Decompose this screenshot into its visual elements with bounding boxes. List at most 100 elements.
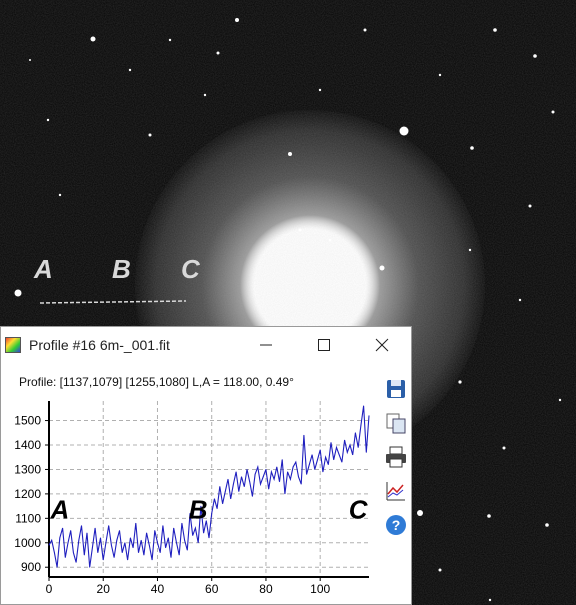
save-icon[interactable]	[384, 377, 408, 401]
star	[203, 93, 207, 97]
chart-series	[48, 405, 370, 568]
star	[328, 238, 332, 242]
annotation-label-c: C	[349, 494, 369, 524]
chart-icon[interactable]	[384, 479, 408, 503]
print-icon[interactable]	[384, 445, 408, 469]
profile-point	[311, 454, 313, 456]
profile-point	[284, 493, 286, 495]
profile-point	[344, 439, 345, 441]
title-bar[interactable]: Profile #16 6m-_001.fit	[1, 327, 411, 363]
profile-chart[interactable]: 0 20 40 60 80 100900100011001200130014001500 …	[1, 391, 377, 605]
star	[363, 28, 367, 32]
profile-point	[184, 539, 185, 541]
star	[493, 28, 497, 32]
x-tick-label: 100	[310, 582, 330, 596]
profile-point	[211, 513, 213, 514]
profile-point	[73, 552, 74, 553]
profile-point	[105, 542, 107, 544]
star	[168, 38, 172, 42]
profile-point	[83, 554, 85, 556]
profile-point	[262, 476, 264, 478]
profile-point	[349, 444, 351, 446]
profile-point	[319, 449, 321, 451]
profile-point	[127, 559, 129, 561]
maximize-button[interactable]	[309, 333, 339, 357]
profile-point	[338, 454, 340, 456]
star	[518, 298, 522, 302]
profile-point	[281, 459, 283, 461]
profile-point	[81, 525, 82, 527]
profile-point	[173, 527, 175, 529]
profile-point	[121, 552, 123, 553]
profile-point	[224, 491, 226, 492]
profile-point	[355, 432, 356, 434]
profile-point	[159, 552, 161, 553]
help-icon[interactable]: ?	[384, 513, 408, 537]
profile-point	[289, 478, 291, 480]
profile-point	[165, 547, 167, 549]
profile-point	[195, 527, 196, 529]
profile-point	[56, 566, 58, 568]
profile-point	[51, 539, 53, 541]
profile-point	[129, 537, 131, 539]
close-button[interactable]	[367, 333, 397, 357]
profile-point	[268, 488, 270, 490]
star	[128, 68, 132, 72]
chart-grid	[49, 401, 369, 577]
profile-point	[241, 476, 242, 478]
star	[14, 289, 22, 297]
chart-axes	[45, 401, 369, 581]
star	[148, 133, 152, 137]
profile-point	[59, 537, 61, 539]
sky-label-c: C	[181, 254, 200, 284]
profile-point	[192, 535, 194, 536]
profile-point	[327, 464, 329, 465]
profile-point	[368, 415, 370, 417]
profile-point	[162, 525, 164, 527]
star	[29, 59, 31, 61]
profile-point	[317, 459, 318, 461]
y-tick-label: 1000	[14, 536, 41, 550]
profile-point	[295, 461, 297, 463]
profile-point	[363, 405, 364, 407]
profile-point	[62, 527, 63, 529]
star	[298, 228, 302, 232]
x-tick-label: 20	[97, 582, 111, 596]
star	[502, 446, 506, 450]
copy-icon[interactable]	[384, 411, 408, 435]
profile-point	[170, 557, 172, 558]
profile-point	[78, 539, 80, 541]
profile-point	[287, 471, 289, 473]
y-tick-label: 900	[21, 560, 41, 574]
annotation-label-a: A	[49, 494, 69, 524]
profile-series-line	[48, 405, 370, 568]
profile-point	[352, 454, 354, 456]
star	[470, 146, 474, 150]
star	[58, 193, 62, 197]
profile-point	[227, 478, 229, 480]
profile-point	[257, 466, 259, 468]
profile-point	[346, 451, 348, 453]
star	[545, 523, 549, 527]
profile-point	[89, 566, 91, 568]
profile-point	[233, 483, 234, 485]
star	[528, 204, 532, 208]
x-tick-label: 40	[151, 582, 165, 596]
star	[533, 54, 537, 58]
profile-point	[146, 532, 148, 534]
minimize-button[interactable]	[251, 333, 281, 357]
profile-point	[292, 466, 294, 468]
profile-point	[197, 542, 199, 544]
profile-point	[110, 544, 112, 546]
profile-point	[48, 544, 50, 546]
profile-point	[314, 469, 316, 470]
profile-point	[186, 549, 188, 551]
profile-point	[306, 473, 308, 475]
profile-point	[273, 478, 275, 480]
x-tick-label: 60	[205, 582, 219, 596]
star	[399, 126, 409, 136]
sky-label-a: A	[34, 254, 53, 284]
profile-point	[235, 471, 237, 473]
star	[46, 118, 50, 122]
star	[417, 510, 423, 516]
